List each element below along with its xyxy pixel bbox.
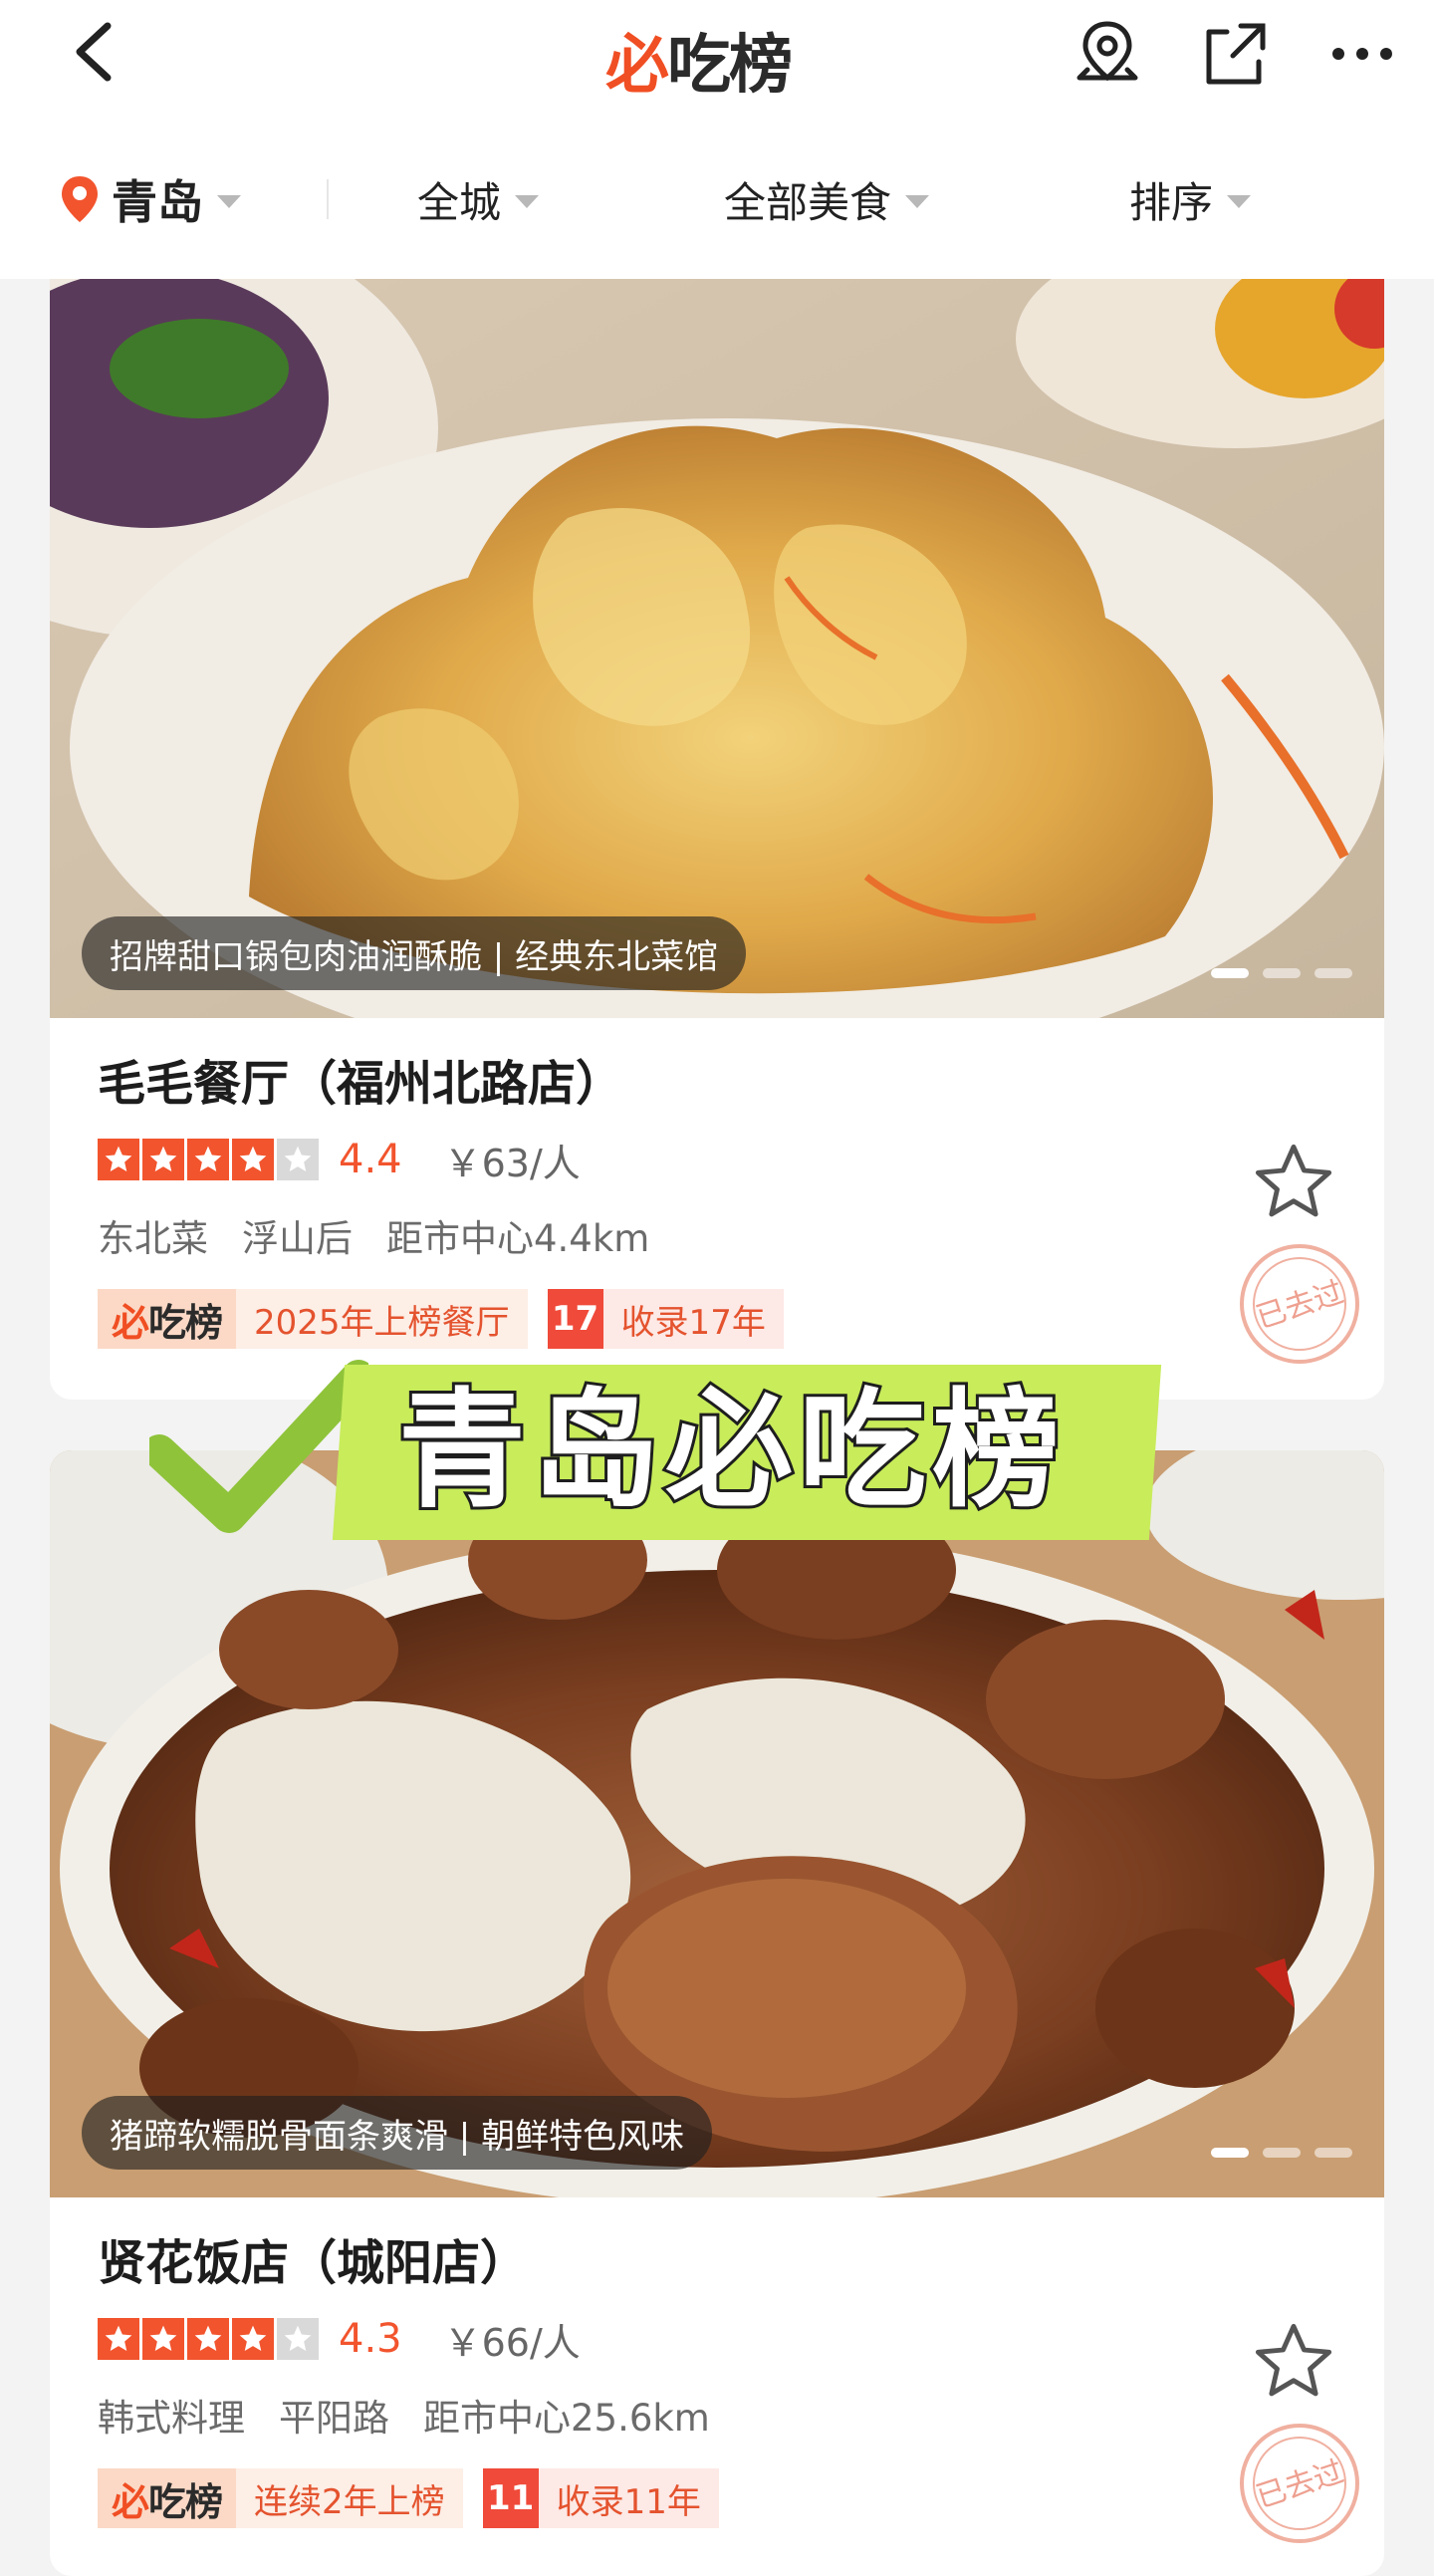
- star-icon: [142, 2318, 184, 2360]
- badge-text: 2025年上榜餐厅: [254, 1302, 510, 1343]
- cuisine-type: 韩式料理: [98, 2397, 245, 2440]
- svg-text:已去过: 已去过: [1252, 1275, 1347, 1336]
- badges-row: 必吃榜 2025年上榜餐厅 17 收录17年: [98, 1287, 1336, 1351]
- city-label: 青岛: [112, 175, 203, 229]
- app-logo: 必吃榜: [605, 10, 793, 110]
- badges-row: 必吃榜 连续2年上榜 11 收录11年: [98, 2466, 1336, 2530]
- city-selector[interactable]: 青岛: [0, 120, 327, 279]
- cuisine-type: 东北菜: [98, 1217, 208, 1260]
- location-icon: [1076, 21, 1138, 82]
- share-icon: [1206, 23, 1266, 85]
- distance: 距市中心25.6km: [423, 2397, 710, 2440]
- more-button[interactable]: [1318, 14, 1406, 94]
- years-text: 收录17年: [620, 1302, 766, 1343]
- photo-caption: 招牌甜口锅包肉油润酥脆 | 经典东北菜馆: [82, 916, 747, 990]
- restaurant-name[interactable]: 贤花饭店（城阳店）: [98, 2227, 1336, 2299]
- carousel-dot: [1314, 968, 1352, 978]
- price-per-person: ￥63/人: [443, 1141, 581, 1185]
- list-badge: 必吃榜 2025年上榜餐厅: [98, 1289, 528, 1349]
- sort-filter[interactable]: 排序: [1026, 120, 1354, 279]
- carousel-indicator: [1211, 2148, 1352, 2158]
- star-rating: [98, 2318, 319, 2360]
- years-badge: 17 收录17年: [547, 1289, 784, 1349]
- distance: 距市中心4.4km: [386, 1217, 650, 1260]
- price-per-person: ￥66/人: [443, 2320, 581, 2365]
- restaurant-card[interactable]: 猪蹄软糯脱骨面条爽滑 | 朝鲜特色风味 贤花饭店（城阳店） 4.3 ￥66/人 …: [50, 1450, 1384, 2576]
- chevron-down-icon: [1227, 194, 1251, 208]
- rating-row: 4.4 ￥63/人: [98, 1130, 1336, 1189]
- years-text: 收录11年: [556, 2481, 701, 2522]
- carousel-dot: [1263, 968, 1301, 978]
- star-icon: [187, 2318, 229, 2360]
- star-rating: [98, 1139, 319, 1180]
- location-button[interactable]: [1064, 14, 1151, 94]
- star-icon: [98, 1139, 139, 1180]
- share-button[interactable]: [1191, 14, 1279, 94]
- restaurant-meta: 东北菜 浮山后 距市中心4.4km: [98, 1203, 1336, 1267]
- food-photo-pig-trotter-noodles: [50, 1450, 1384, 2197]
- carousel-dot: [1263, 2148, 1301, 2158]
- restaurant-info: 毛毛餐厅（福州北路店） 4.4 ￥63/人 东北菜 浮山后 距市中心4.4km …: [50, 1018, 1384, 1364]
- logo-text: 吃榜: [667, 29, 793, 103]
- location-pin-icon: [62, 176, 98, 222]
- badge-logo: 必吃榜: [98, 1289, 237, 1349]
- chevron-down-icon: [905, 194, 929, 208]
- rating-score: 4.3: [339, 2316, 402, 2362]
- carousel-dot: [1314, 2148, 1352, 2158]
- years-number: 11: [482, 2468, 539, 2528]
- restaurant-card[interactable]: 招牌甜口锅包肉油润酥脆 | 经典东北菜馆 毛毛餐厅（福州北路店） 4.4 ￥63…: [50, 279, 1384, 1400]
- top-bar: 必吃榜: [0, 0, 1434, 120]
- restaurant-photo[interactable]: 猪蹄软糯脱骨面条爽滑 | 朝鲜特色风味: [50, 1450, 1384, 2197]
- star-outline-icon: [1255, 2323, 1332, 2397]
- rating-score: 4.4: [339, 1137, 402, 1182]
- banner-title: 青岛必吃榜: [395, 1374, 1067, 1528]
- star-empty-icon: [277, 2318, 319, 2360]
- restaurant-name[interactable]: 毛毛餐厅（福州北路店）: [98, 1048, 1336, 1120]
- filter-bar: 青岛 全城 全部美食 排序: [0, 120, 1434, 279]
- star-empty-icon: [277, 1139, 319, 1180]
- chevron-down-icon: [217, 194, 241, 208]
- star-icon: [232, 2318, 274, 2360]
- list-badge: 必吃榜 连续2年上榜: [98, 2468, 463, 2528]
- favorite-button[interactable]: [1249, 2317, 1338, 2407]
- back-button[interactable]: [58, 12, 137, 92]
- favorite-button[interactable]: [1249, 1138, 1338, 1227]
- carousel-indicator: [1211, 968, 1352, 978]
- cuisine-label: 全部美食: [723, 177, 891, 227]
- years-number: 17: [547, 1289, 603, 1349]
- back-icon: [76, 22, 112, 82]
- area-label: 全城: [416, 177, 501, 227]
- badge-text: 连续2年上榜: [254, 2481, 445, 2522]
- overlay-banner: 青岛必吃榜: [149, 1357, 1185, 1544]
- food-photo-guobaorou: [50, 279, 1384, 1018]
- star-outline-icon: [1255, 1144, 1332, 1217]
- logo-mark: 必: [605, 29, 669, 103]
- restaurant-meta: 韩式料理 平阳路 距市中心25.6km: [98, 2383, 1336, 2447]
- chevron-down-icon: [515, 194, 539, 208]
- photo-caption: 猪蹄软糯脱骨面条爽滑 | 朝鲜特色风味: [82, 2096, 713, 2170]
- visited-stamp: 已去过: [1235, 1239, 1364, 1369]
- star-icon: [232, 1139, 274, 1180]
- rating-row: 4.3 ￥66/人: [98, 2309, 1336, 2369]
- district: 浮山后: [242, 1217, 353, 1260]
- restaurant-photo[interactable]: 招牌甜口锅包肉油润酥脆 | 经典东北菜馆: [50, 279, 1384, 1018]
- years-badge: 11 收录11年: [482, 2468, 719, 2528]
- carousel-dot: [1211, 2148, 1249, 2158]
- district: 平阳路: [279, 2397, 389, 2440]
- visited-stamp: 已去过: [1235, 2419, 1364, 2548]
- badge-logo: 必吃榜: [98, 2468, 237, 2528]
- carousel-dot: [1211, 968, 1249, 978]
- more-icon: [1332, 48, 1392, 60]
- cuisine-filter[interactable]: 全部美食: [627, 120, 1026, 279]
- svg-text:已去过: 已去过: [1252, 2454, 1347, 2515]
- sort-label: 排序: [1128, 177, 1213, 227]
- star-icon: [98, 2318, 139, 2360]
- star-icon: [142, 1139, 184, 1180]
- area-filter[interactable]: 全城: [329, 120, 627, 279]
- restaurant-info: 贤花饭店（城阳店） 4.3 ￥66/人 韩式料理 平阳路 距市中心25.6km …: [50, 2197, 1384, 2543]
- star-icon: [187, 1139, 229, 1180]
